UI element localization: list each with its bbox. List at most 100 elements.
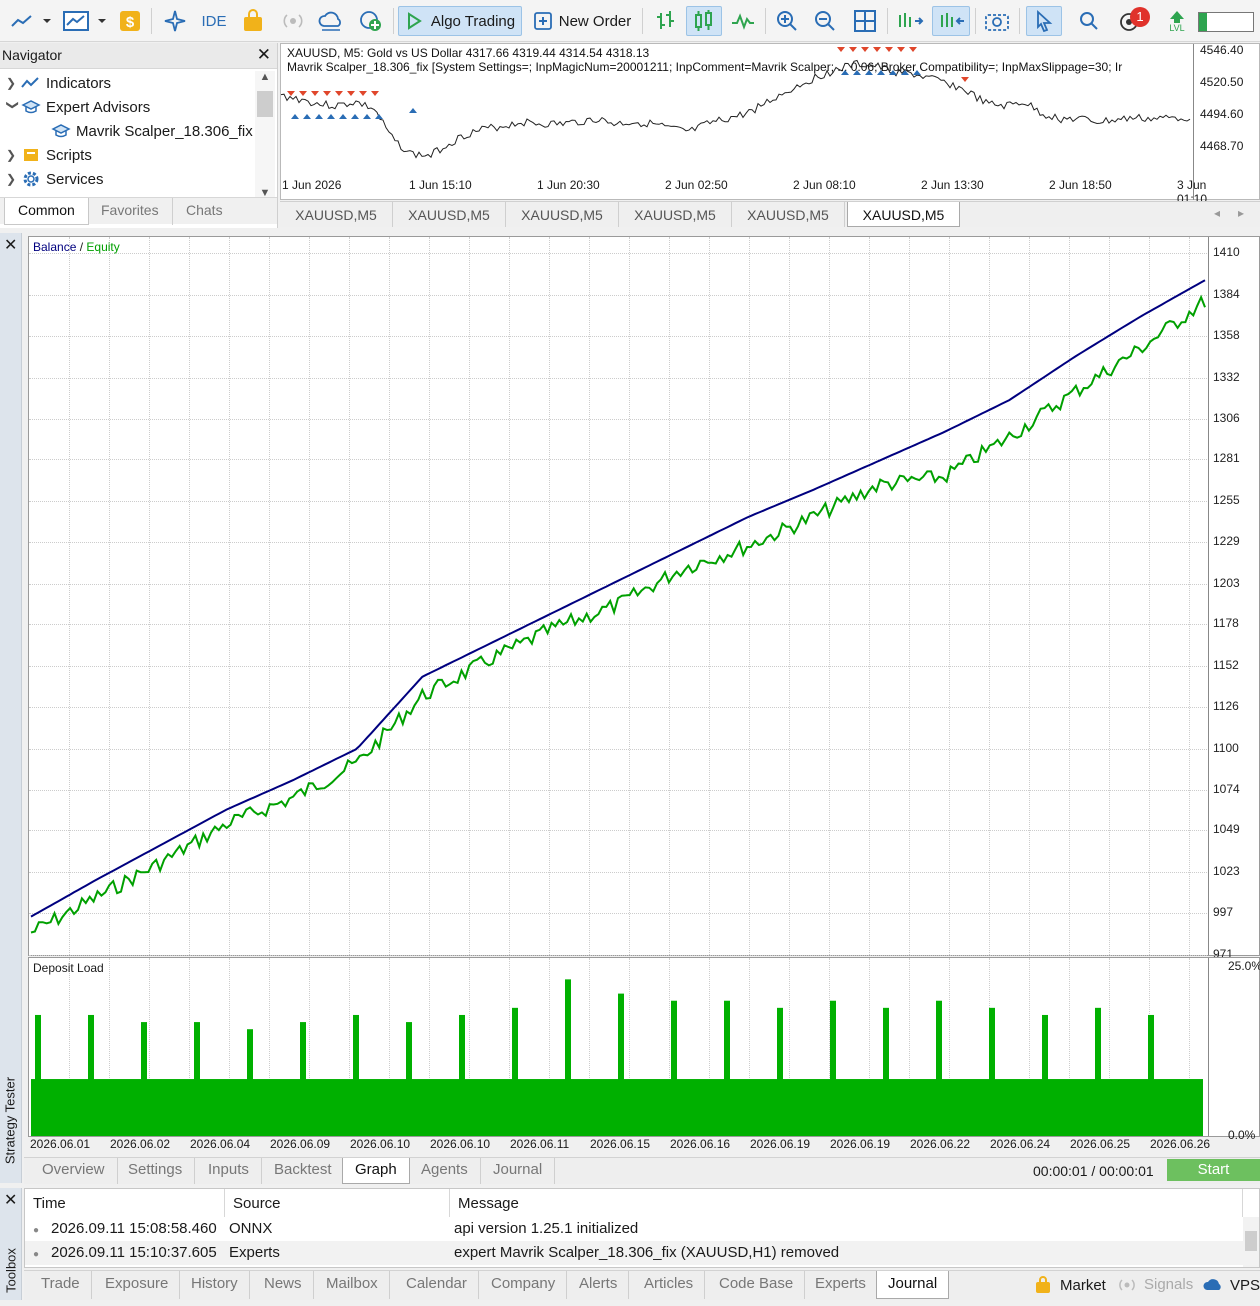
- tab-favorites[interactable]: Favorites: [88, 198, 172, 225]
- templates-dropdown[interactable]: [60, 6, 110, 36]
- vps-link[interactable]: VPS: [1202, 1276, 1260, 1294]
- tab-agents[interactable]: Agents: [409, 1158, 481, 1184]
- tab-exposure[interactable]: Exposure: [94, 1271, 181, 1299]
- balance-equity-chart[interactable]: Balance / Equity 1410 1384 1358 1332 1306 128…: [28, 236, 1260, 961]
- tab-common[interactable]: Common: [4, 198, 89, 225]
- deposit-button[interactable]: $: [114, 6, 146, 36]
- buy-arrow-icon: [351, 114, 359, 119]
- start-button[interactable]: Start: [1167, 1159, 1260, 1181]
- chevron-right-icon[interactable]: ❯: [6, 148, 20, 162]
- chart-tab[interactable]: XAUUSD,M5: [393, 202, 506, 227]
- tab-chats[interactable]: Chats: [172, 198, 236, 225]
- close-icon[interactable]: ✕: [4, 235, 17, 255]
- scroll-left-icon[interactable]: ◂: [1214, 206, 1220, 220]
- cursor-arrow-icon: [1037, 9, 1053, 33]
- chart-type-dropdown[interactable]: [6, 6, 56, 36]
- main-toolbar: $ IDE Algo Trading New Order 1 LVL: [0, 0, 1260, 42]
- nav-item-label: Scripts: [46, 146, 92, 164]
- signals-button[interactable]: [276, 6, 310, 36]
- tab-history[interactable]: History: [180, 1271, 250, 1299]
- tab-mailbox[interactable]: Mailbox: [315, 1271, 390, 1299]
- tab-journal[interactable]: Journal: [876, 1271, 950, 1299]
- column-header-time[interactable]: Time: [25, 1189, 225, 1217]
- ide-button[interactable]: IDE: [196, 6, 232, 36]
- nav-item-indicators[interactable]: ❯ Indicators: [6, 71, 111, 95]
- nav-item-scripts[interactable]: ❯ Scripts: [6, 143, 92, 167]
- date-tick-label: 2026.06.10: [430, 1137, 491, 1151]
- tab-trade[interactable]: Trade: [30, 1271, 92, 1299]
- chevron-down-icon[interactable]: ❯: [6, 100, 20, 114]
- tab-settings[interactable]: Settings: [116, 1158, 196, 1184]
- close-icon[interactable]: ✕: [257, 45, 271, 65]
- tab-calendar[interactable]: Calendar: [395, 1271, 479, 1299]
- notifications-button[interactable]: 1: [1112, 6, 1152, 36]
- price-label: 4546.40: [1200, 43, 1244, 57]
- tab-graph[interactable]: Graph: [342, 1158, 410, 1184]
- add-signal-button[interactable]: [354, 6, 388, 36]
- date-tick-label: 2026.06.01: [30, 1137, 91, 1151]
- algo-trading-button[interactable]: Algo Trading: [398, 6, 522, 36]
- scroll-right-icon[interactable]: ▸: [1238, 206, 1244, 220]
- tab-alerts[interactable]: Alerts: [568, 1271, 630, 1299]
- bar-chart-button[interactable]: [648, 6, 682, 36]
- tab-journal[interactable]: Journal: [481, 1158, 556, 1184]
- table-row[interactable]: ● 2026.09.11 15:08:58.460 ONNX api versi…: [25, 1217, 1243, 1241]
- scroll-thumb[interactable]: [257, 91, 273, 117]
- ai-assistant-button[interactable]: [158, 6, 192, 36]
- table-row[interactable]: ● 2026.09.11 15:10:37.605 Experts expert…: [25, 1241, 1243, 1265]
- tile-windows-button[interactable]: [848, 6, 882, 36]
- candlestick-icon: [695, 10, 712, 31]
- chart-shift-icon: [899, 13, 924, 27]
- nav-item-services[interactable]: ❯ Services: [6, 167, 104, 191]
- chart-tab[interactable]: XAUUSD,M5: [506, 202, 619, 227]
- nav-item-mavrik-scalper[interactable]: Mavrik Scalper_18.306_fix: [30, 119, 253, 143]
- trade-markers: [287, 47, 969, 119]
- market-link[interactable]: Market: [1034, 1276, 1106, 1294]
- deposit-load-chart[interactable]: Deposit Load 25.0% 0.0%: [28, 957, 1260, 1142]
- chart-tab[interactable]: XAUUSD,M5: [732, 202, 845, 227]
- tab-news[interactable]: News: [253, 1271, 314, 1299]
- scroll-up-icon[interactable]: ▲: [255, 71, 275, 83]
- tab-backtest[interactable]: Backtest: [262, 1158, 345, 1184]
- line-chart-button[interactable]: [726, 6, 760, 36]
- zoom-out-button[interactable]: [808, 6, 842, 36]
- strategy-tester-sidebar: ✕ Strategy Tester: [0, 233, 22, 1183]
- column-header-message[interactable]: Message: [450, 1189, 1243, 1217]
- tab-overview[interactable]: Overview: [30, 1158, 118, 1184]
- candlestick-button[interactable]: [686, 6, 722, 36]
- chevron-right-icon[interactable]: ❯: [6, 76, 20, 90]
- tab-experts[interactable]: Experts: [804, 1271, 878, 1299]
- chevron-right-icon[interactable]: ❯: [6, 172, 20, 186]
- chart-shift-button[interactable]: [892, 6, 928, 36]
- market-button[interactable]: [236, 6, 270, 36]
- price-chart[interactable]: XAUUSD, M5: Gold vs US Dollar 4317.66 43…: [280, 43, 1260, 200]
- scripts-icon: [20, 146, 42, 164]
- buy-arrow-icon: [409, 108, 417, 113]
- vps-button[interactable]: [314, 6, 348, 36]
- tab-company[interactable]: Company: [480, 1271, 568, 1299]
- chart-tab[interactable]: XAUUSD,M5: [619, 202, 732, 227]
- tab-code-base[interactable]: Code Base: [708, 1271, 806, 1299]
- scroll-thumb[interactable]: [1245, 1231, 1257, 1251]
- navigator-scrollbar[interactable]: ▲ ▼: [255, 71, 275, 201]
- line-chart-icon: [11, 15, 51, 27]
- signals-link[interactable]: Signals: [1116, 1276, 1193, 1293]
- tab-articles[interactable]: Articles: [633, 1271, 706, 1299]
- chart-tabs: XAUUSD,M5 XAUUSD,M5 XAUUSD,M5 XAUUSD,M5 …: [280, 201, 1260, 227]
- screenshot-button[interactable]: [980, 6, 1014, 36]
- journal-scrollbar[interactable]: [1243, 1217, 1259, 1267]
- close-icon[interactable]: ✕: [4, 1190, 17, 1210]
- chart-tab[interactable]: XAUUSD,M5: [280, 202, 393, 227]
- autoscroll-button[interactable]: [932, 6, 970, 36]
- chart-tab-active[interactable]: XAUUSD,M5: [847, 202, 960, 227]
- cursor-button[interactable]: [1026, 6, 1062, 36]
- level-button[interactable]: LVL: [1162, 6, 1192, 36]
- column-header-source[interactable]: Source: [225, 1189, 450, 1217]
- zoom-in-icon: [777, 11, 797, 31]
- buy-arrow-icon: [877, 70, 885, 75]
- search-button[interactable]: [1072, 6, 1106, 36]
- zoom-in-button[interactable]: [770, 6, 804, 36]
- new-order-button[interactable]: New Order: [528, 6, 636, 36]
- tab-inputs[interactable]: Inputs: [196, 1158, 262, 1184]
- nav-item-expert-advisors[interactable]: ❯ Expert Advisors: [6, 95, 150, 119]
